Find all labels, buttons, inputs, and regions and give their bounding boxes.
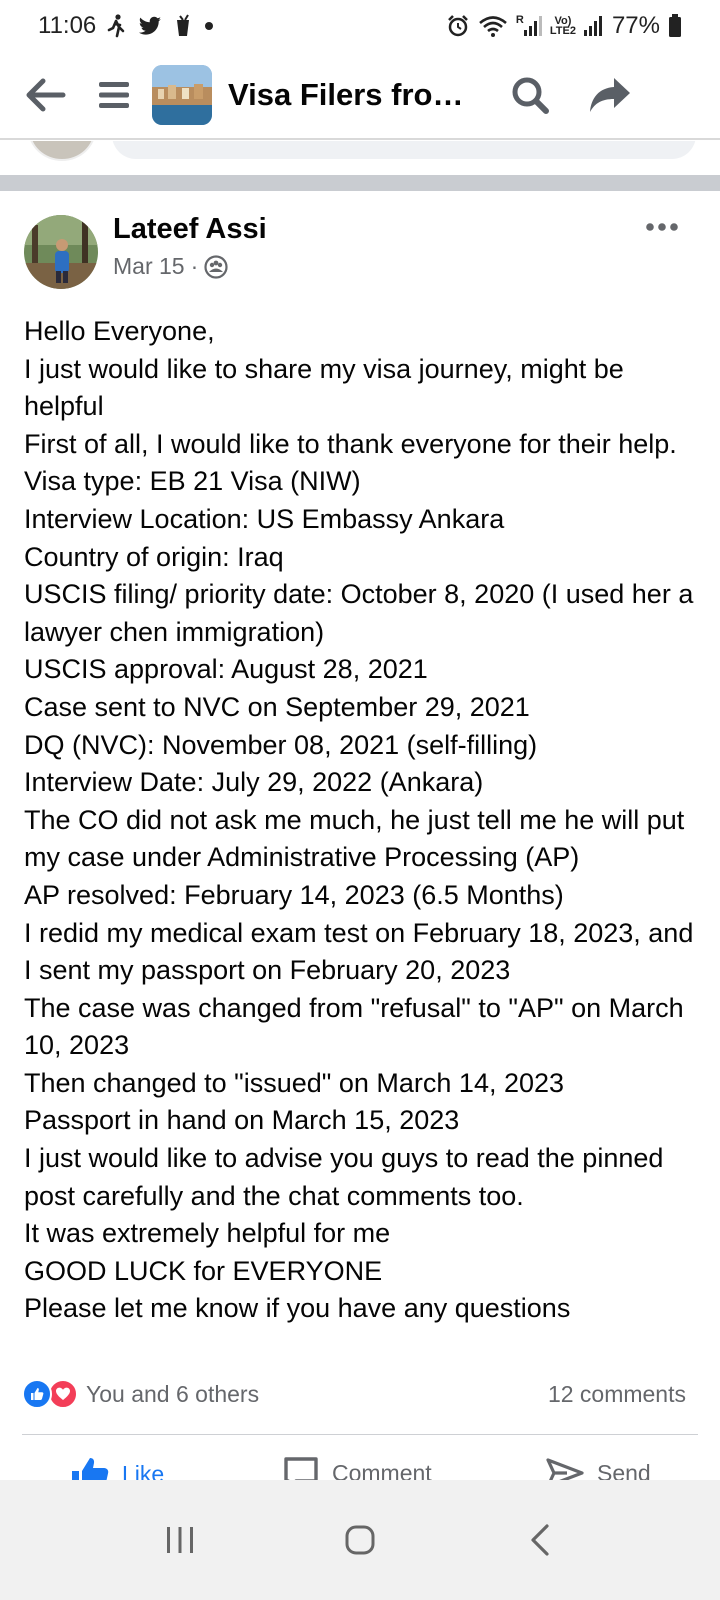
walking-icon (106, 14, 128, 38)
prev-comment-input[interactable] (112, 141, 696, 159)
post-meta: Mar 15 · (113, 253, 228, 280)
group-audience-icon (204, 254, 228, 279)
menu-button[interactable] (84, 65, 144, 125)
post-card: Lateef Assi Mar 15 · Hello Everyone, I j… (0, 191, 720, 1491)
share-arrow-icon (590, 78, 630, 112)
status-right: R Vo) LTE2 77% (446, 12, 682, 40)
post-line: First of all, I would like to thank ever… (24, 428, 677, 459)
signal-r-icon: R (516, 15, 542, 37)
post-line: Country of origin: Iraq (24, 541, 284, 572)
post-line: The CO did not ask me much, he just tell… (24, 804, 685, 873)
app-notification-icon (172, 14, 194, 38)
battery-icon (668, 14, 682, 38)
search-icon (512, 77, 549, 114)
search-button[interactable] (500, 65, 560, 125)
system-back-button[interactable] (500, 1500, 580, 1580)
post-header: Lateef Assi Mar 15 · (0, 191, 720, 299)
post-line: Interview Location: US Embassy Ankara (24, 503, 505, 534)
system-nav-bar (0, 1480, 720, 1600)
comments-count[interactable]: 12 comments (548, 1381, 686, 1408)
post-body: Hello Everyone, I just would like to sha… (24, 313, 704, 1328)
reaction-icons (22, 1379, 78, 1409)
dot-icon (204, 21, 214, 31)
wifi-icon (478, 14, 508, 38)
status-left: 11:06 (38, 12, 214, 40)
battery-percent: 77% (611, 12, 660, 39)
reactions-text: You and 6 others (86, 1380, 260, 1407)
share-button[interactable] (580, 65, 640, 125)
signal-icon (583, 15, 604, 37)
post-line: Then changed to "issued" on March 14, 20… (24, 1067, 565, 1098)
post-line: Case sent to NVC on September 29, 2021 (24, 691, 530, 722)
back-button[interactable] (16, 65, 76, 125)
chevron-left-icon (531, 1524, 549, 1556)
post-line: AP resolved: February 14, 2023 (6.5 Mont… (24, 879, 564, 910)
reactions-summary[interactable]: You and 6 others (22, 1379, 259, 1409)
post-line: GOOD LUCK for EVERYONE (24, 1255, 383, 1286)
back-arrow-icon (26, 78, 66, 112)
post-line: The case was changed from "refusal" to "… (24, 992, 684, 1061)
recent-apps-icon (167, 1527, 193, 1553)
meta-separator: · (190, 253, 199, 279)
app-header: Visa Filers from... (0, 52, 720, 140)
like-reaction-icon (22, 1379, 52, 1409)
post-line: Passport in hand on March 15, 2023 (24, 1105, 460, 1136)
status-bar: 11:06 R Vo) LTE2 77% (0, 0, 720, 52)
feed-separator (0, 175, 720, 191)
volte-icon: Vo) LTE2 (549, 15, 576, 37)
hamburger-icon (99, 82, 129, 108)
more-dots-icon (646, 223, 678, 231)
home-icon (345, 1525, 375, 1555)
alarm-icon (446, 14, 470, 38)
group-cover-thumbnail[interactable] (152, 65, 212, 125)
post-line: Interview Date: July 29, 2022 (Ankara) (24, 767, 484, 798)
more-options-button[interactable] (640, 213, 684, 241)
post-line: Hello Everyone, (24, 316, 215, 346)
love-reaction-icon (48, 1379, 78, 1409)
avatar[interactable] (24, 215, 98, 289)
post-line: I redid my medical exam test on February… (24, 917, 694, 986)
action-divider (22, 1434, 698, 1435)
post-date[interactable]: Mar 15 (113, 253, 185, 280)
author-name[interactable]: Lateef Assi (113, 213, 267, 246)
post-line: DQ (NVC): November 08, 2021 (self-fillin… (24, 729, 538, 760)
post-line: I just would like to share my visa journ… (24, 353, 624, 422)
clock: 11:06 (38, 12, 97, 39)
post-line: It was extremely helpful for me (24, 1218, 391, 1249)
post-line: USCIS approval: August 28, 2021 (24, 654, 428, 685)
group-title[interactable]: Visa Filers from... (228, 77, 478, 113)
recent-apps-button[interactable] (140, 1500, 220, 1580)
post-line: Visa type: EB 21 Visa (NIW) (24, 466, 361, 497)
post-line: USCIS filing/ priority date: October 8, … (24, 579, 694, 647)
post-line: Please let me know if you have any quest… (24, 1293, 571, 1324)
twitter-icon (138, 16, 162, 36)
home-button[interactable] (320, 1500, 400, 1580)
previous-post-remnant (0, 141, 720, 177)
post-line: I just would like to advise you guys to … (24, 1143, 664, 1211)
prev-commenter-avatar (28, 141, 96, 161)
